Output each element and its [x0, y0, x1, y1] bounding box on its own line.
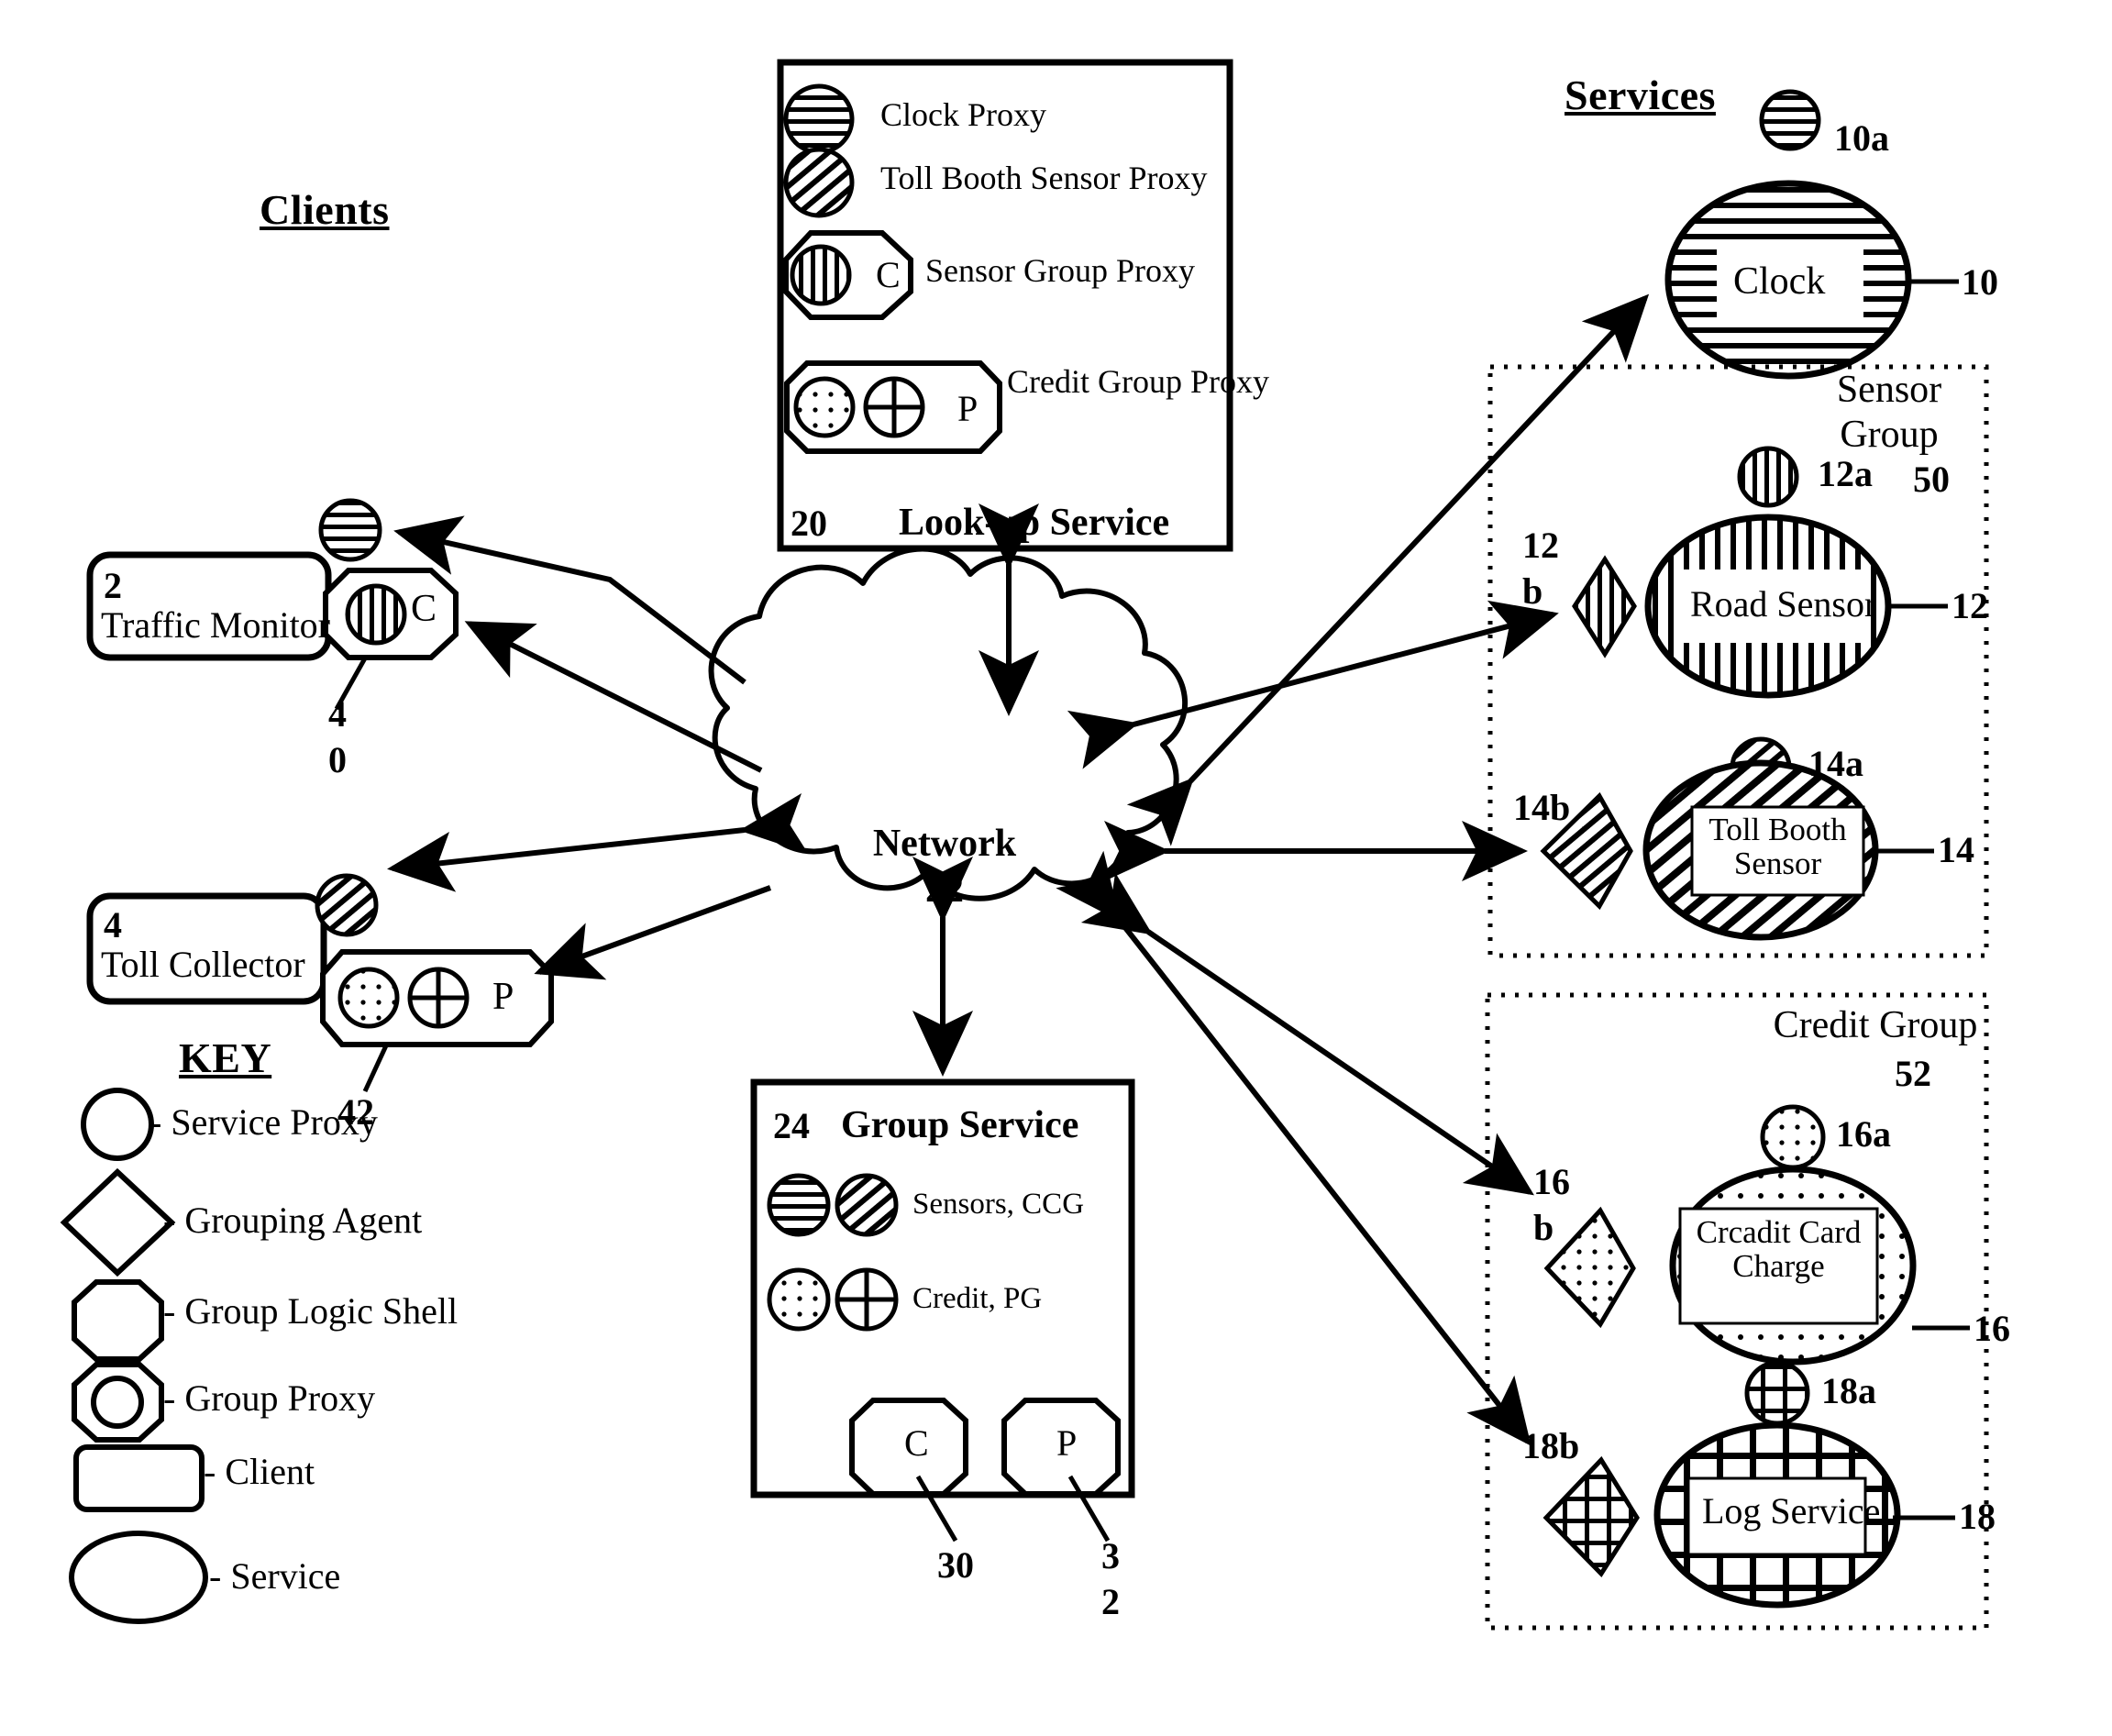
services-heading: Services: [1565, 72, 1716, 118]
service-2-label: Toll Booth Sensor: [1708, 812, 1847, 881]
cross-circle-icon-3: [407, 967, 470, 1029]
service-2-number: 14: [1938, 829, 1974, 870]
key-label-0: - Service Proxy: [149, 1101, 378, 1143]
key-legend-shapes: [60, 1088, 208, 1624]
service-0-label: Clock: [1733, 260, 1826, 303]
service-log-service: [1543, 1360, 1955, 1609]
lookup-box-number: 20: [791, 503, 827, 544]
credit-group-number: 52: [1895, 1053, 1931, 1094]
arrow-network-tollcollector-shell: [534, 885, 772, 980]
client-1-number: 4: [104, 904, 122, 945]
groupservice-box-number: 24: [773, 1105, 810, 1146]
key-label-2: - Group Logic Shell: [163, 1290, 459, 1332]
clients-heading: Clients: [260, 186, 390, 233]
key-label-4: - Client: [204, 1451, 315, 1492]
key-label-3: - Group Proxy: [163, 1377, 376, 1419]
lookup-entry-label-3: Credit Group Proxy: [1007, 363, 1269, 400]
service-4-agent-number: 18b: [1522, 1425, 1580, 1466]
lookup-box-title: Look-up Service: [899, 502, 1170, 544]
service-1-agent-number-b: b: [1522, 570, 1543, 612]
cross-circle-icon: [863, 376, 925, 438]
service-4-label: Log Service: [1702, 1490, 1881, 1531]
client-1-label: Toll Collector: [101, 944, 305, 985]
groupservice-shell-number-1-b: 2: [1101, 1581, 1120, 1622]
sensor-group-label-line1: Sensor: [1836, 369, 1942, 411]
lookup-entry-label-2: Sensor Group Proxy: [925, 252, 1195, 289]
lookup-badge-c: C: [876, 254, 901, 295]
client-0-label: Traffic Monitor: [101, 604, 330, 646]
arrow-network-roadsensor: [1067, 600, 1559, 769]
service-1-agent-number-a: 12: [1522, 525, 1559, 566]
service-3-number: 16: [1974, 1308, 2010, 1349]
key-diamond-icon: [60, 1167, 176, 1277]
client-0-shell-number-a: 4: [328, 693, 347, 735]
sensor-group-label-line2: Group: [1840, 414, 1939, 456]
service-1-proxy-number: 12a: [1818, 453, 1873, 494]
key-circle-icon: [81, 1088, 154, 1161]
grouping-agent-18b: [1543, 1455, 1640, 1577]
groupservice-shell-number-0: 30: [937, 1544, 974, 1586]
key-octagon-icon: [72, 1279, 164, 1362]
figure-canvas: Clients Services KEY Clock Proxy Toll Bo…: [0, 0, 2112, 1736]
service-2-proxy-number: 14a: [1808, 743, 1863, 784]
groupservice-entry-label-0: Sensors, CCG: [912, 1188, 1085, 1221]
client-0-shell-badge: C: [411, 588, 437, 630]
key-client-rect-icon: [73, 1444, 205, 1512]
grouping-agent-16b: [1543, 1206, 1636, 1329]
key-heading: KEY: [179, 1034, 272, 1081]
grouping-agent-12b: [1572, 555, 1637, 658]
key-label-5: - Service: [209, 1555, 341, 1597]
groupservice-shell-badge-0: C: [904, 1422, 929, 1464]
service-1-number: 12: [1952, 585, 1988, 626]
client-0-shell-number-b: 0: [328, 739, 347, 780]
lookup-entry-label-1: Toll Booth Sensor Proxy: [880, 160, 1208, 196]
service-road-sensor: [1572, 446, 1948, 699]
clock-proxy-icon: [783, 83, 855, 155]
service-3-agent-number-b: b: [1533, 1207, 1554, 1248]
service-0-number: 10: [1962, 261, 1998, 303]
cross-circle-icon-2: [835, 1267, 899, 1332]
arrow-network-logservice: [1056, 850, 1531, 1446]
sensor-group-number: 50: [1913, 459, 1950, 500]
groupservice-shell-number-1-a: 3: [1101, 1535, 1120, 1576]
lookup-badge-p: P: [957, 388, 979, 429]
client-1-shell-badge: P: [492, 976, 514, 1018]
network-label: Network: [872, 823, 1017, 865]
service-0-proxy-number: 10a: [1834, 117, 1889, 159]
service-4-proxy-number: 18a: [1821, 1370, 1876, 1411]
service-3-label: Crcadit Card Charge: [1696, 1214, 1862, 1284]
service-3-agent-number-a: 16: [1533, 1161, 1570, 1202]
credit-group-label: Credit Group: [1773, 1004, 1978, 1046]
groupservice-box-title: Group Service: [841, 1104, 1079, 1146]
toll-booth-sensor-proxy-icon: [783, 147, 855, 218]
lookup-service-box: [777, 59, 1233, 552]
service-4-number: 18: [1959, 1496, 1996, 1537]
arrow-network-tollcollector-proxy: [387, 793, 809, 892]
service-2-agent-number: 14b: [1513, 787, 1571, 828]
network-number: 22: [925, 868, 964, 911]
arrow-network-creditcard: [1080, 872, 1534, 1196]
key-label-1: - Grouping Agent: [163, 1200, 423, 1241]
client-0-number: 2: [104, 565, 122, 606]
lookup-entry-label-0: Clock Proxy: [880, 96, 1047, 133]
service-1-label: Road Sensor: [1690, 583, 1877, 625]
service-3-proxy-number: 16a: [1836, 1113, 1891, 1155]
groupservice-shell-badge-1: P: [1056, 1422, 1078, 1464]
groupservice-entry-label-1: Credit, PG: [912, 1282, 1043, 1315]
service-clock: [1664, 89, 1959, 380]
key-service-ellipse-icon: [69, 1531, 208, 1624]
